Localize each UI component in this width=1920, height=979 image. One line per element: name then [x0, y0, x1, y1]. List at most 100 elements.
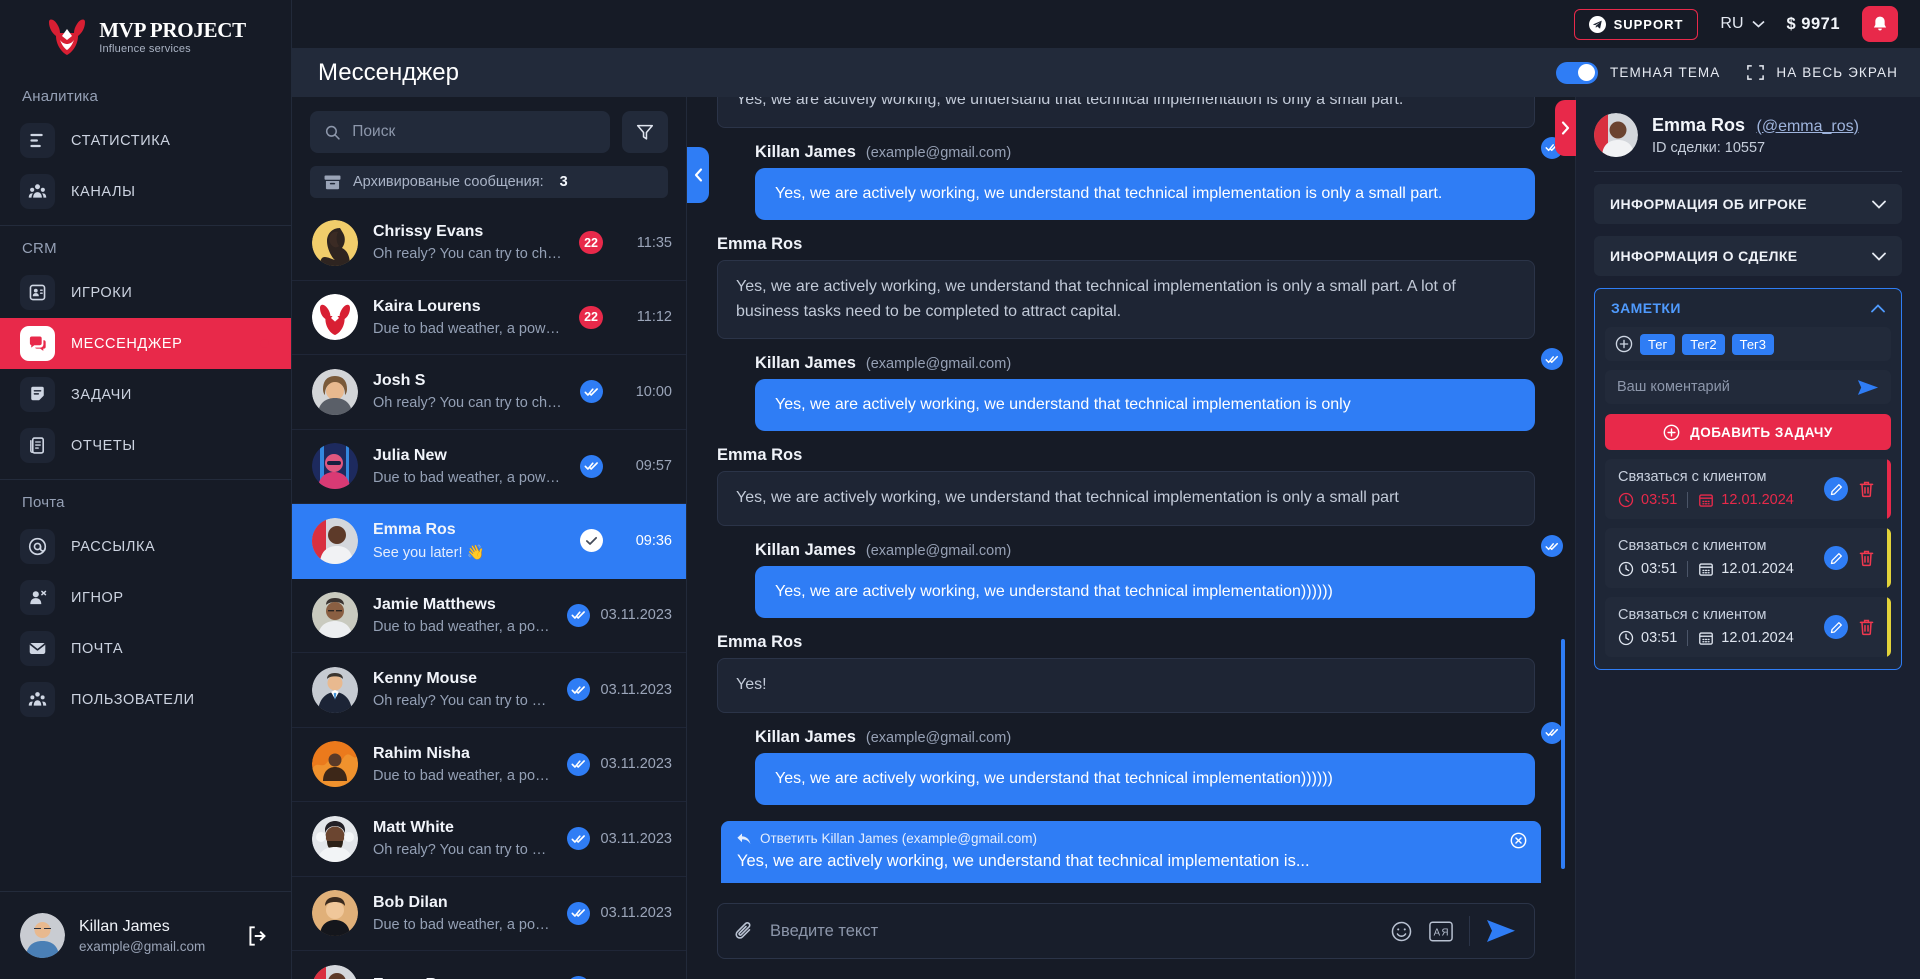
sidebar-nav: Аналитика СТАТИСТИКА КАНАЛЫ CRM ИГРОКИ М… [0, 74, 291, 725]
edit-task-button[interactable] [1824, 546, 1848, 570]
search-icon [325, 125, 340, 140]
at-icon [20, 529, 55, 564]
comment-input[interactable] [1617, 379, 1849, 395]
emoji-icon[interactable] [1390, 920, 1413, 943]
add-tag-icon[interactable] [1615, 335, 1633, 353]
avatar [20, 913, 65, 958]
chat-items-scroll[interactable]: Chrissy Evans Oh realy? You can try to c… [292, 206, 686, 979]
chat-list-item[interactable]: Bob Dilan Due to bad weather, a power ou… [292, 877, 686, 952]
task-actions [1824, 477, 1875, 501]
message-header: Killan James (example@gmail.com) [717, 345, 1535, 379]
chat-item-name: Rahim Nisha [373, 744, 470, 762]
sidebar-item-статистика[interactable]: СТАТИСТИКА [0, 115, 291, 166]
task-card[interactable]: Связаться с клиентом 03:51 12.01.2024 [1605, 528, 1891, 588]
scrollbar-thumb[interactable] [1561, 639, 1565, 869]
chat-item-name: Kenny Mouse [373, 670, 478, 688]
collapse-chat-list-button[interactable] [687, 147, 709, 203]
chat-item-preview: See you later! 👋 [373, 544, 485, 561]
language-selector[interactable]: RU [1720, 15, 1765, 33]
translate-icon[interactable]: AЯ [1429, 921, 1453, 942]
archived-messages-row[interactable]: Архивированые сообщения: 3 [310, 166, 668, 199]
chevron-left-icon [694, 168, 702, 182]
chat-item-text: Kenny Mouse Oh realy? You can try to cha… [373, 670, 552, 709]
sidebar-item-каналы[interactable]: КАНАЛЫ [0, 166, 291, 217]
message-sender-email: (example@gmail.com) [865, 144, 1012, 161]
chat-search-row [292, 97, 686, 161]
note-tag[interactable]: Тег3 [1731, 333, 1775, 355]
details-accordion[interactable]: ИНФОРМАЦИЯ ОБ ИГРОКЕ [1594, 184, 1902, 224]
double-check-icon [1545, 355, 1558, 363]
sidebar-item-отчеты[interactable]: ОТЧЕТЫ [0, 420, 291, 471]
chat-item-text: Rahim Nisha Due to bad weather, a power … [373, 745, 552, 784]
composer-divider [1469, 916, 1470, 946]
message-input[interactable] [770, 921, 1374, 941]
details-accordion[interactable]: ИНФОРМАЦИЯ О СДЕЛКЕ [1594, 236, 1902, 276]
chat-list-item[interactable]: Kaira Lourens Due to bad weather, a powe… [292, 281, 686, 356]
chat-list-item[interactable]: Chrissy Evans Oh realy? You can try to c… [292, 206, 686, 281]
chat-list-item[interactable]: Emma Ros 03.11.2023 [292, 951, 686, 979]
chat-list-item[interactable]: Josh S Oh realy? You can try to change y… [292, 355, 686, 430]
chat-item-text: Chrissy Evans Oh realy? You can try to c… [373, 223, 564, 262]
collapse-details-button[interactable] [1555, 100, 1576, 156]
sidebar-item-мессенджер[interactable]: МЕССЕНДЖЕР [0, 318, 291, 369]
notes-title: ЗАМЕТКИ [1611, 300, 1681, 316]
messages-scrollbar[interactable] [1561, 187, 1565, 869]
note-tag[interactable]: Тег2 [1682, 333, 1725, 355]
sidebar-item-задачи[interactable]: ЗАДАЧИ [0, 369, 291, 420]
chat-list-item[interactable]: Kenny Mouse Oh realy? You can try to cha… [292, 653, 686, 728]
send-icon[interactable] [1486, 918, 1516, 944]
contact-handle[interactable]: (@emma_ros) [1757, 118, 1859, 135]
task-time: 03:51 [1641, 630, 1678, 646]
chat-list-item[interactable]: Jamie Matthews Due to bad weather, a pow… [292, 579, 686, 654]
task-card[interactable]: Связаться с клиентом 03:51 12.01.2024 [1605, 459, 1891, 519]
chat-list-item[interactable]: Rahim Nisha Due to bad weather, a power … [292, 728, 686, 803]
chat-list-item[interactable]: Emma Ros See you later! 👋 09:36 [292, 504, 686, 579]
delete-task-button[interactable] [1858, 480, 1875, 498]
message-sender: Killan James [755, 142, 856, 161]
sidebar-item-пользователи[interactable]: ПОЛЬЗОВАТЕЛИ [0, 674, 291, 725]
support-button[interactable]: SUPPORT [1573, 8, 1699, 40]
chat-item-preview: Oh realy? You can try to change your tas… [373, 693, 552, 710]
sidebar-item-почта[interactable]: ПОЧТА [0, 623, 291, 674]
add-task-button[interactable]: ДОБАВИТЬ ЗАДАЧУ [1605, 414, 1891, 450]
sidebar-user-footer[interactable]: Killan James example@gmail.com [0, 891, 291, 979]
dark-theme-toggle[interactable]: ТЕМНАЯ ТЕМА [1556, 61, 1720, 84]
filter-button[interactable] [622, 111, 668, 153]
main-area: SUPPORT RU $ 9971 Мессенджер ТЕМНАЯ ТЕМА [292, 0, 1920, 979]
sidebar-item-рассылка[interactable]: РАССЫЛКА [0, 521, 291, 572]
message-sender: Emma Ros [717, 446, 803, 465]
chat-list-item[interactable]: Julia New Due to bad weather, a power ou… [292, 430, 686, 505]
send-comment-icon[interactable] [1857, 379, 1879, 396]
sidebar-item-игнор[interactable]: ИГНОР [0, 572, 291, 623]
search-input[interactable] [352, 123, 595, 141]
notes-header[interactable]: ЗАМЕТКИ [1595, 289, 1901, 327]
task-status-stripe [1887, 597, 1891, 657]
delete-task-button[interactable] [1858, 618, 1875, 636]
chat-item-text: Julia New Due to bad weather, a power ou… [373, 447, 565, 486]
comment-row[interactable] [1605, 370, 1891, 404]
task-date-chunk: 12.01.2024 [1698, 630, 1794, 646]
task-card[interactable]: Связаться с клиентом 03:51 12.01.2024 [1605, 597, 1891, 657]
delete-task-button[interactable] [1858, 549, 1875, 567]
close-icon[interactable] [1510, 832, 1527, 849]
chat-item-preview: Oh realy? You can try to change your tas… [373, 842, 552, 859]
avatar [312, 666, 358, 713]
sidebar-item-игроки[interactable]: ИГРОКИ [0, 267, 291, 318]
edit-task-button[interactable] [1824, 615, 1848, 639]
chat-list-item[interactable]: Matt White Oh realy? You can try to chan… [292, 802, 686, 877]
search-box[interactable] [310, 111, 610, 153]
task-time-chunk: 03:51 [1618, 492, 1677, 508]
chat-item-text: Bob Dilan Due to bad weather, a power ou… [373, 894, 552, 933]
brand-logo[interactable]: MVP PROJECT Influence services [0, 0, 291, 74]
attachment-icon[interactable] [734, 920, 754, 942]
group-icon [20, 174, 55, 209]
message-composer[interactable]: AЯ [717, 903, 1535, 959]
note-tag[interactable]: Тег [1640, 333, 1676, 355]
notifications-button[interactable] [1862, 6, 1898, 42]
add-task-label: ДОБАВИТЬ ЗАДАЧУ [1690, 424, 1833, 440]
edit-task-button[interactable] [1824, 477, 1848, 501]
messages-scroll[interactable]: Yes, we are actively working, we underst… [687, 97, 1575, 811]
logout-icon[interactable] [245, 923, 271, 949]
fullscreen-button[interactable]: НА ВЕСЬ ЭКРАН [1746, 63, 1898, 82]
clock-icon [1618, 561, 1634, 577]
